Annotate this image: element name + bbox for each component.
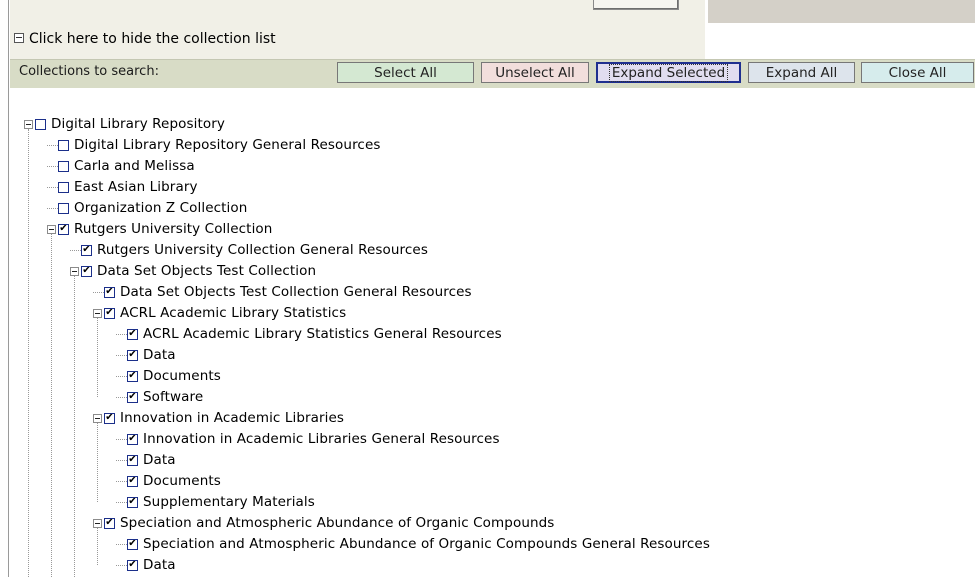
checkbox-checked[interactable] (127, 391, 138, 403)
tree-item-label[interactable]: Data Set Objects Test Collection General… (120, 284, 472, 300)
tree-connector (116, 396, 127, 398)
tree-item-label[interactable]: ACRL Academic Library Statistics General… (143, 326, 502, 342)
tree-item[interactable]: Speciation and Atmospheric Abundance of … (116, 534, 710, 554)
checkbox-checked[interactable] (127, 349, 138, 361)
tree-connector (97, 528, 98, 565)
tree-item[interactable]: Supplementary Materials (116, 492, 315, 512)
checkbox-checked[interactable] (127, 559, 138, 571)
checkbox-checked[interactable] (127, 454, 138, 466)
tree-connector (116, 564, 127, 566)
tree-connector (47, 144, 58, 146)
tree-connector (74, 276, 75, 577)
tree-connector (116, 501, 127, 503)
tree-item[interactable]: Innovation in Academic Libraries (93, 408, 344, 428)
collapse-node-icon[interactable] (93, 518, 102, 528)
tree-connector (116, 438, 127, 440)
tree-item[interactable]: Software (116, 387, 203, 407)
checkbox-unchecked[interactable] (58, 160, 69, 172)
tree-item-label[interactable]: Documents (143, 368, 221, 384)
tree-item-label[interactable]: East Asian Library (74, 179, 198, 195)
tree-item[interactable]: Speciation and Atmospheric Abundance of … (93, 513, 554, 533)
tree-item[interactable]: ACRL Academic Library Statistics (93, 303, 346, 323)
tree-item[interactable]: Data (116, 555, 176, 575)
checkbox-checked[interactable] (81, 265, 92, 277)
tree-connector (97, 318, 98, 397)
tree-item[interactable]: East Asian Library (47, 177, 198, 197)
tree-item[interactable]: Data Set Objects Test Collection (70, 261, 316, 281)
tree-connector (93, 291, 104, 293)
tree-item-label[interactable]: Speciation and Atmospheric Abundance of … (120, 515, 554, 531)
checkbox-checked[interactable] (127, 538, 138, 550)
tree-item[interactable]: Data Set Objects Test Collection General… (93, 282, 472, 302)
tree-item[interactable]: Rutgers University Collection (47, 219, 272, 239)
tree-item[interactable]: Digital Library Repository (24, 114, 225, 134)
tree-connector (97, 423, 98, 502)
checkbox-checked[interactable] (127, 433, 138, 445)
tree-item-label[interactable]: Data (143, 557, 176, 573)
tree-connector (116, 543, 127, 545)
tree-item-label[interactable]: Software (143, 389, 203, 405)
tree-item[interactable]: Rutgers University Collection General Re… (70, 240, 428, 260)
tree-item-label[interactable]: Data (143, 347, 176, 363)
collapse-node-icon[interactable] (93, 308, 102, 318)
checkbox-unchecked[interactable] (58, 139, 69, 151)
tree-item[interactable]: Digital Library Repository General Resou… (47, 135, 380, 155)
tree-connector (28, 129, 29, 577)
collapse-node-icon[interactable] (47, 224, 56, 234)
tree-item-label[interactable]: Carla and Melissa (74, 158, 195, 174)
checkbox-checked[interactable] (58, 223, 69, 235)
collapse-node-icon[interactable] (70, 266, 79, 276)
checkbox-checked[interactable] (104, 517, 115, 529)
checkbox-checked[interactable] (104, 307, 115, 319)
tree-item[interactable]: Data (116, 345, 176, 365)
tree-connector (116, 480, 127, 482)
tree-item-label[interactable]: Digital Library Repository (51, 116, 225, 132)
tree-connector (116, 375, 127, 377)
tree-item-label[interactable]: Organization Z Collection (74, 200, 247, 216)
tree-item-label[interactable]: Digital Library Repository General Resou… (74, 137, 380, 153)
checkbox-unchecked[interactable] (58, 202, 69, 214)
tree-item-label[interactable]: Data (143, 452, 176, 468)
tree-connector (116, 354, 127, 356)
checkbox-checked[interactable] (127, 475, 138, 487)
tree-item-label[interactable]: Supplementary Materials (143, 494, 315, 510)
tree-connector (116, 459, 127, 461)
tree-item-label[interactable]: Speciation and Atmospheric Abundance of … (143, 536, 710, 552)
tree-item-label[interactable]: Rutgers University Collection (74, 221, 272, 237)
collection-tree: Digital Library Repository Digital Librar… (0, 0, 975, 577)
checkbox-unchecked[interactable] (58, 181, 69, 193)
tree-item-label[interactable]: Innovation in Academic Libraries General… (143, 431, 500, 447)
tree-item[interactable]: Documents (116, 471, 221, 491)
tree-item[interactable]: Innovation in Academic Libraries General… (116, 429, 500, 449)
tree-connector (47, 165, 58, 167)
collapse-node-icon[interactable] (24, 119, 33, 129)
tree-item[interactable]: Organization Z Collection (47, 198, 247, 218)
checkbox-checked[interactable] (127, 370, 138, 382)
tree-item[interactable]: Carla and Melissa (47, 156, 195, 176)
tree-item-label[interactable]: Documents (143, 473, 221, 489)
collapse-node-icon[interactable] (93, 413, 102, 423)
checkbox-checked[interactable] (81, 244, 92, 256)
tree-item[interactable]: Data (116, 450, 176, 470)
tree-item-label[interactable]: Rutgers University Collection General Re… (97, 242, 428, 258)
tree-connector (47, 207, 58, 209)
tree-connector (70, 249, 81, 251)
tree-connector (47, 186, 58, 188)
tree-connector (116, 333, 127, 335)
tree-item-label[interactable]: Data Set Objects Test Collection (97, 263, 316, 279)
tree-item[interactable]: Documents (116, 366, 221, 386)
checkbox-checked[interactable] (104, 412, 115, 424)
tree-item-label[interactable]: ACRL Academic Library Statistics (120, 305, 346, 321)
tree-connector (51, 234, 52, 577)
checkbox-unchecked[interactable] (35, 118, 46, 130)
tree-item-label[interactable]: Innovation in Academic Libraries (120, 410, 344, 426)
tree-item[interactable]: ACRL Academic Library Statistics General… (116, 324, 502, 344)
checkbox-checked[interactable] (127, 328, 138, 340)
checkbox-checked[interactable] (127, 496, 138, 508)
checkbox-checked[interactable] (104, 286, 115, 298)
